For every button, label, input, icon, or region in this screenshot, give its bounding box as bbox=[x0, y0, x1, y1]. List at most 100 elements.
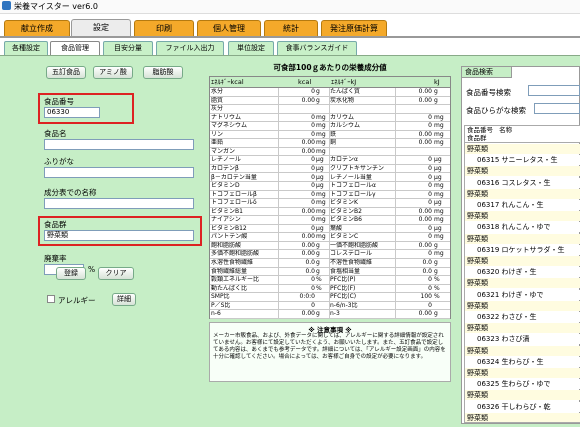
result-group-row[interactable]: 野菜類 bbox=[465, 233, 580, 244]
result-group-row[interactable]: 野菜類 bbox=[465, 256, 580, 266]
food-name-field[interactable] bbox=[44, 139, 194, 150]
nutrient-value[interactable]: 0 bbox=[279, 88, 315, 96]
nutrient-value[interactable]: 0 bbox=[279, 174, 315, 182]
nutrient-value[interactable]: 0.00 bbox=[396, 208, 432, 216]
result-group-row[interactable]: 野菜類 bbox=[465, 278, 580, 289]
result-item-row[interactable]: 06323 わさび漬 bbox=[465, 334, 580, 345]
fatty-acid-button[interactable]: 脂肪酸 bbox=[143, 66, 183, 79]
nutrient-value[interactable]: 0 bbox=[279, 216, 315, 224]
result-item-row[interactable]: 06322 わさび・生 bbox=[465, 312, 580, 322]
result-item-row[interactable]: 06317 れんこん・生 bbox=[465, 200, 580, 210]
nutrient-value[interactable]: 0.00 bbox=[396, 242, 432, 250]
result-item-row[interactable]: 06324 生わらび・生 bbox=[465, 356, 580, 367]
tab-menu-planning[interactable]: 献立作成 bbox=[4, 20, 70, 36]
nutrient-value[interactable]: 0 bbox=[396, 225, 432, 233]
clear-button[interactable]: クリア bbox=[98, 267, 134, 280]
nutrient-value[interactable]: 0 bbox=[396, 233, 432, 241]
result-item-row[interactable]: 06320 わけぎ・生 bbox=[465, 267, 580, 278]
allergy-checkbox[interactable] bbox=[47, 295, 55, 303]
nutrient-value[interactable]: 0 bbox=[396, 302, 432, 310]
nutrient-value[interactable]: 0.0 bbox=[279, 259, 315, 267]
nutrient-value[interactable]: 0.00 bbox=[279, 139, 315, 147]
nutrient-value[interactable]: 0.00 bbox=[396, 97, 432, 105]
nutrient-value[interactable]: 100 bbox=[396, 293, 432, 301]
nutrient-value[interactable]: 0 bbox=[279, 114, 315, 122]
nutrient-value[interactable]: 0 bbox=[279, 276, 315, 284]
result-item-row[interactable]: 06321 わけぎ・ゆで bbox=[465, 289, 580, 300]
nutrient-value[interactable]: 0 bbox=[396, 191, 432, 199]
nutrient-value[interactable]: 0.00 bbox=[279, 233, 315, 241]
tab-statistics[interactable]: 統計 bbox=[264, 20, 318, 36]
tab-settings[interactable]: 設定 bbox=[71, 19, 131, 36]
nutrient-value[interactable]: 0 bbox=[396, 165, 432, 173]
nutrient-value[interactable]: 0 bbox=[396, 276, 432, 284]
furigana-field[interactable] bbox=[44, 167, 194, 178]
nutrient-value[interactable]: 0.00 bbox=[396, 310, 432, 318]
nutrient-value[interactable]: 0 bbox=[279, 182, 315, 190]
tab-print[interactable]: 印刷 bbox=[134, 20, 194, 36]
result-item-row[interactable]: 06319 ロケットサラダ・生 bbox=[465, 244, 580, 255]
subtab-food-management[interactable]: 食品管理 bbox=[50, 41, 100, 55]
subtab-units[interactable]: 単位設定 bbox=[228, 41, 274, 55]
nutrient-value[interactable]: 0.0 bbox=[396, 259, 432, 267]
nutrient-value[interactable]: 0.00 bbox=[279, 310, 315, 318]
table-name-field[interactable] bbox=[44, 198, 194, 209]
nutrient-value[interactable]: 0 bbox=[279, 131, 315, 139]
nutrient-value[interactable]: 0.00 bbox=[279, 250, 315, 258]
nutrient-value[interactable]: 0.00 bbox=[279, 148, 315, 156]
food-number-field[interactable]: 06330 bbox=[44, 107, 100, 118]
nutrient-value[interactable]: 0.00 bbox=[396, 216, 432, 224]
search-results-list[interactable]: 食品番号 名称 食品群 野菜類 06315 サニーレタス・生 野菜類 06316 コス… bbox=[464, 125, 580, 423]
nutrient-value[interactable]: 0.0 bbox=[279, 268, 315, 276]
nutrient-value[interactable]: 0.00 bbox=[396, 139, 432, 147]
result-group-row[interactable]: 野菜類 bbox=[465, 300, 580, 311]
result-group-row[interactable]: 野菜類 bbox=[465, 211, 580, 222]
result-group-row[interactable]: 野菜類 bbox=[465, 368, 580, 378]
nutrient-value[interactable]: 0.00 bbox=[279, 242, 315, 250]
result-group-row[interactable]: 野菜類 bbox=[465, 345, 580, 356]
result-group-row[interactable]: 野菜類 bbox=[465, 390, 580, 401]
nutrient-value[interactable]: 0.0 bbox=[396, 268, 432, 276]
result-group-row[interactable]: 野菜類 bbox=[465, 166, 580, 177]
kana-search-field[interactable] bbox=[534, 103, 580, 114]
number-search-field[interactable] bbox=[528, 85, 580, 96]
result-group-row[interactable]: 野菜類 bbox=[465, 188, 580, 199]
nutrient-value[interactable]: 0:0:0 bbox=[279, 293, 316, 301]
result-group-row[interactable]: 野菜類 bbox=[465, 412, 580, 422]
nutrient-value[interactable]: 0 bbox=[279, 122, 315, 130]
nutrient-value[interactable]: 0.00 bbox=[279, 208, 315, 216]
nutrient-value[interactable]: 0 bbox=[396, 199, 432, 207]
subtab-portion[interactable]: 目安分量 bbox=[103, 41, 153, 55]
allergy-detail-button[interactable]: 詳細 bbox=[112, 293, 136, 306]
nutrient-value[interactable]: 0 bbox=[396, 114, 432, 122]
nutrient-value[interactable]: 0 bbox=[279, 191, 315, 199]
subtab-general[interactable]: 各種設定 bbox=[4, 41, 48, 55]
subtab-balance-guide[interactable]: 食事バランスガイド bbox=[277, 41, 357, 55]
food-group-field[interactable]: 野菜類 bbox=[44, 230, 194, 241]
nutrient-value[interactable]: 0 bbox=[396, 182, 432, 190]
tab-personal[interactable]: 個人管理 bbox=[197, 20, 261, 36]
subtab-file-io[interactable]: ファイル入出力 bbox=[156, 41, 224, 55]
food-search-tab[interactable]: 食品検索 bbox=[462, 67, 512, 78]
amino-acid-button[interactable]: アミノ酸 bbox=[93, 66, 133, 79]
nutrient-value[interactable]: 0.00 bbox=[396, 88, 432, 96]
nutrient-value[interactable]: 0 bbox=[396, 250, 432, 258]
nutrient-value[interactable]: 0.00 bbox=[279, 97, 315, 105]
nutrient-value[interactable]: 0 bbox=[279, 302, 315, 310]
result-item-row[interactable]: 06326 干しわらび・乾 bbox=[465, 401, 580, 412]
result-item-row[interactable]: 06316 コスレタス・生 bbox=[465, 177, 580, 188]
nutrient-value[interactable]: 0 bbox=[396, 122, 432, 130]
nutrient-value[interactable]: 0 bbox=[279, 156, 315, 164]
register-button[interactable]: 登録 bbox=[56, 267, 86, 280]
nutrient-value[interactable]: 0 bbox=[279, 165, 315, 173]
result-group-row[interactable]: 野菜類 bbox=[465, 144, 580, 154]
nutrient-value[interactable]: 0 bbox=[396, 156, 432, 164]
food-db-button[interactable]: 五訂食品 bbox=[46, 66, 86, 79]
nutrient-value[interactable]: 0.00 bbox=[396, 131, 432, 139]
result-group-row[interactable]: 野菜類 bbox=[465, 323, 580, 334]
result-item-row[interactable]: 06325 生わらび・ゆで bbox=[465, 379, 580, 390]
nutrient-value[interactable]: 0 bbox=[279, 285, 315, 293]
result-item-row[interactable]: 06318 れんこん・ゆで bbox=[465, 222, 580, 233]
result-item-row[interactable]: 06315 サニーレタス・生 bbox=[465, 155, 580, 166]
nutrient-value[interactable]: 0 bbox=[279, 225, 315, 233]
